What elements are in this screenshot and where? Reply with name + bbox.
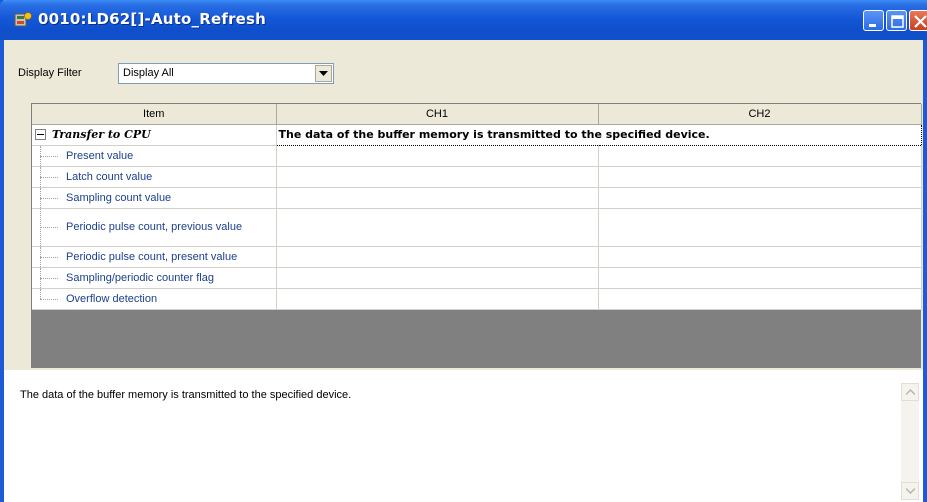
display-filter-value: Display All [123, 67, 174, 79]
ch1-cell[interactable] [276, 145, 599, 167]
description-panel: The data of the buffer memory is transmi… [4, 370, 923, 502]
chevron-up-icon [906, 389, 915, 395]
group-row-transfer-to-cpu: Transfer to CPU The data of the buffer m… [32, 123, 922, 146]
group-label: Transfer to CPU [52, 128, 151, 141]
table-row: Periodic pulse count, previous value [32, 208, 922, 247]
ch1-cell[interactable] [276, 288, 599, 310]
row-label: Sampling count value [66, 191, 172, 204]
row-label-cell[interactable]: Periodic pulse count, present value [32, 246, 277, 268]
row-label: Present value [66, 149, 134, 162]
scroll-down-button[interactable] [901, 482, 919, 500]
table-row: Latch count value [32, 166, 922, 188]
ch1-cell[interactable] [276, 187, 599, 209]
window-title: 0010:LD62[]-Auto_Refresh [38, 10, 267, 28]
table-row: Overflow detection [32, 288, 922, 310]
close-icon [914, 15, 927, 28]
ch2-cell[interactable] [598, 288, 922, 310]
table-row: Sampling count value [32, 187, 922, 209]
minimize-icon [869, 24, 876, 27]
column-header-ch1[interactable]: CH1 [276, 104, 599, 125]
description-scrollbar[interactable] [901, 383, 919, 500]
dropdown-button[interactable] [315, 65, 332, 82]
description-text: The data of the buffer memory is transmi… [20, 389, 352, 401]
row-label: Periodic pulse count, present value [66, 250, 238, 263]
minus-icon [37, 133, 44, 135]
row-label-cell[interactable]: Periodic pulse count, previous value [32, 208, 277, 247]
ch1-cell[interactable] [276, 166, 599, 188]
group-label-cell[interactable]: Transfer to CPU [32, 124, 277, 146]
column-header-item[interactable]: Item [32, 104, 277, 125]
ch2-cell[interactable] [598, 208, 922, 247]
row-label: Periodic pulse count, previous value [66, 221, 243, 233]
row-label-cell[interactable]: Overflow detection [32, 288, 277, 310]
ch2-cell[interactable] [598, 166, 922, 188]
group-description-cell[interactable]: The data of the buffer memory is transmi… [275, 123, 922, 146]
row-label: Overflow detection [66, 292, 158, 305]
row-label-cell[interactable]: Latch count value [32, 166, 277, 188]
refresh-grid: Item CH1 CH2 Transfer to CPU The data of… [31, 103, 922, 368]
maximize-icon [891, 15, 904, 28]
display-filter-label: Display Filter [18, 67, 82, 79]
maximize-button[interactable] [886, 10, 907, 31]
chevron-down-icon [906, 488, 915, 494]
ch2-cell[interactable] [598, 145, 922, 167]
ch1-cell[interactable] [276, 208, 599, 247]
ch2-cell[interactable] [598, 246, 922, 268]
close-button[interactable] [909, 10, 927, 31]
minimize-button[interactable] [863, 10, 884, 31]
display-filter-select[interactable]: Display All [118, 63, 334, 84]
chevron-down-icon [319, 71, 328, 76]
ch2-cell[interactable] [598, 187, 922, 209]
title-bar[interactable]: 0010:LD62[]-Auto_Refresh [0, 0, 927, 40]
scroll-up-button[interactable] [901, 383, 919, 401]
column-header-ch2[interactable]: CH2 [598, 104, 922, 125]
table-row: Periodic pulse count, present value [32, 246, 922, 268]
auto-refresh-window: 0010:LD62[]-Auto_Refresh Display Filter … [0, 0, 927, 502]
collapse-toggle[interactable] [35, 128, 46, 140]
row-label: Sampling/periodic counter flag [66, 271, 214, 284]
row-label-cell[interactable]: Present value [32, 145, 277, 167]
ch1-cell[interactable] [276, 267, 599, 289]
row-label: Latch count value [66, 170, 153, 183]
table-row: Sampling/periodic counter flag [32, 267, 922, 289]
ch1-cell[interactable] [276, 246, 599, 268]
app-icon [14, 11, 32, 29]
row-label-cell[interactable]: Sampling count value [32, 187, 277, 209]
row-label-cell[interactable]: Sampling/periodic counter flag [32, 267, 277, 289]
ch2-cell[interactable] [598, 267, 922, 289]
table-row: Present value [32, 145, 922, 167]
